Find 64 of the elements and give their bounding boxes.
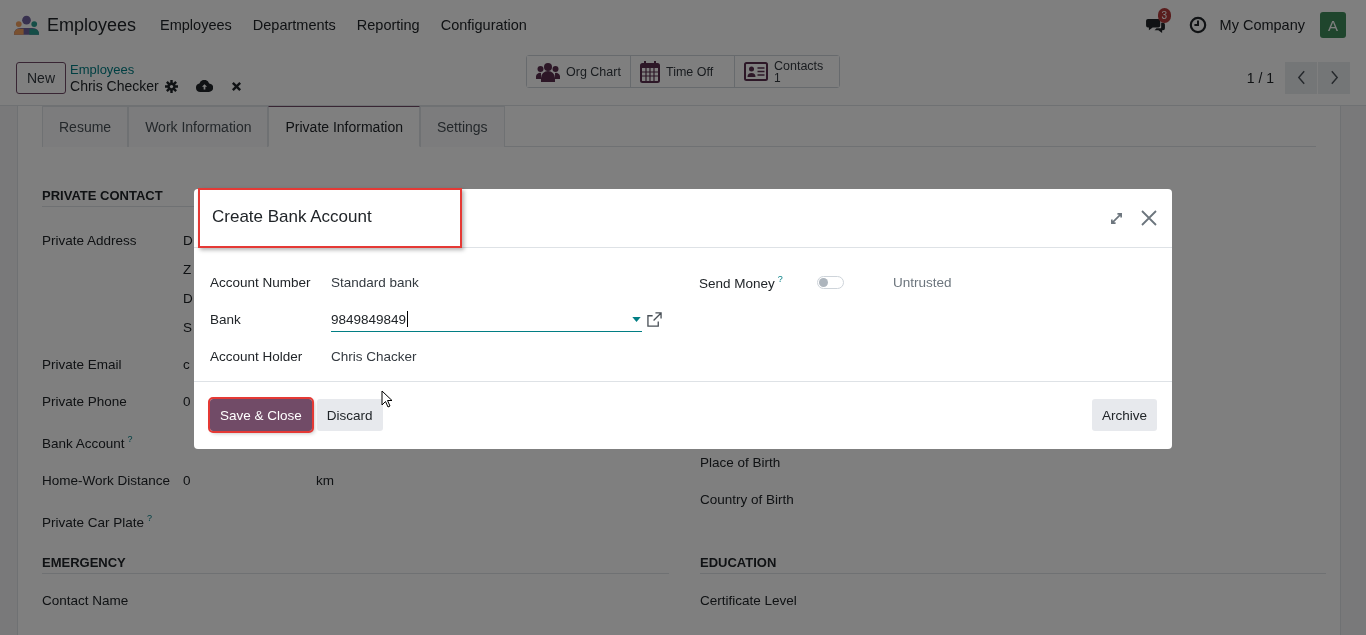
message-count: 3 <box>1157 7 1172 23</box>
record-name: Chris Checker <box>70 77 159 95</box>
section-title: EDUCATION <box>700 555 1326 574</box>
field-label: Bank <box>210 312 242 327</box>
field-label: Place of Birth <box>700 454 782 472</box>
field-label: Private Car Plate $^{?}$ <box>42 511 154 531</box>
dialog-button[interactable]: Discard <box>316 399 383 431</box>
form-tab[interactable]: Resume <box>42 106 129 147</box>
trust-status: Untrusted <box>893 275 952 290</box>
unit-label: km <box>316 471 334 490</box>
field-value: 0 <box>183 393 191 411</box>
field-value: Chris Chacker <box>331 349 417 364</box>
settings-icon[interactable] <box>164 79 178 93</box>
field-label: Private Phone <box>42 393 128 411</box>
app-logo-icon[interactable] <box>13 15 40 35</box>
field-label: Private Address <box>42 232 138 250</box>
form-tab[interactable]: Private Information <box>268 106 420 147</box>
people-icon <box>536 61 560 82</box>
form-tab[interactable]: Work Information <box>128 106 269 147</box>
user-avatar[interactable]: A <box>1320 12 1346 38</box>
cloud-upload-icon[interactable] <box>195 80 213 92</box>
mouse-cursor-icon <box>381 390 393 408</box>
field-value: 0 <box>183 471 191 490</box>
field-label: Certificate Level <box>700 592 798 610</box>
expand-icon[interactable] <box>1110 211 1123 225</box>
section-title: EMERGENCY <box>42 555 669 574</box>
app-name[interactable]: Employees <box>47 14 137 36</box>
field-label: Account Number <box>210 275 312 290</box>
field-value: D <box>183 290 193 308</box>
pager-value: 1 / 1 <box>1246 69 1274 86</box>
dialog-title: Create Bank Account <box>198 187 462 248</box>
company-switcher[interactable]: My Company <box>1219 17 1305 33</box>
field-value: Standard bank <box>331 275 419 290</box>
field-label: Private Email <box>42 356 123 374</box>
field-label: Contact Name <box>42 592 130 610</box>
calendar-icon <box>640 60 660 83</box>
menu-item[interactable]: Departments <box>252 17 336 33</box>
caret-icon <box>632 316 641 322</box>
menu-item[interactable]: Configuration <box>440 17 527 33</box>
discard-icon[interactable] <box>230 80 242 92</box>
bank-input[interactable]: 9849849849 <box>331 307 642 332</box>
dialog-button[interactable]: Archive <box>1092 399 1157 431</box>
contact-card-icon <box>744 61 768 82</box>
chevron-right-icon <box>1329 70 1339 85</box>
field-label: Bank Account $^{?}$ <box>42 433 134 453</box>
breadcrumb-link[interactable]: Employees <box>70 60 242 78</box>
chevron-left-icon <box>1296 70 1306 85</box>
field-value: c <box>183 356 190 374</box>
field-label: Country of Birth <box>700 491 795 509</box>
new-button[interactable]: New <box>16 61 66 94</box>
field-label: Send Money $^{?}$ <box>699 274 784 291</box>
field-value: S <box>183 319 192 337</box>
menu-item[interactable]: Employees <box>160 17 232 33</box>
form-tab[interactable]: Settings <box>420 106 505 147</box>
external-link-icon[interactable] <box>647 312 662 327</box>
smart-button[interactable]: Org Chart <box>527 56 631 87</box>
menu-item[interactable]: Reporting <box>356 17 420 33</box>
close-icon[interactable] <box>1141 210 1157 226</box>
field-label: Account Holder <box>210 349 304 364</box>
clock-icon[interactable] <box>1188 16 1207 34</box>
dialog-button[interactable]: Save & Close <box>210 399 312 431</box>
field-value: D <box>183 232 193 250</box>
field-label: Home-Work Distance <box>42 471 172 490</box>
field-value: Z <box>183 261 192 279</box>
